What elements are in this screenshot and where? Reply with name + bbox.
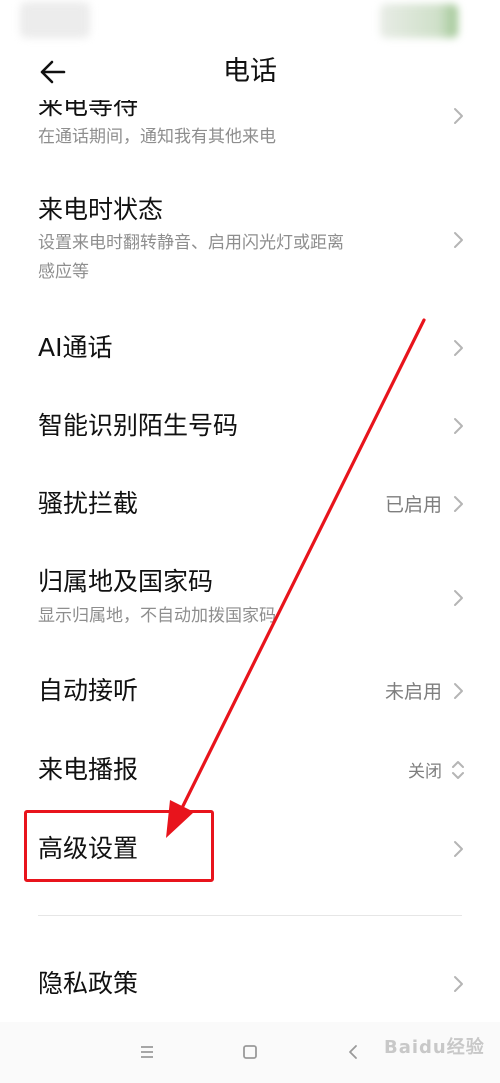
list-item-value: 关闭 bbox=[408, 762, 442, 782]
list-item-title: 归属地及国家码 bbox=[38, 567, 214, 596]
list-item-title: 隐私政策 bbox=[38, 969, 139, 998]
list-item-title: 来电时状态 bbox=[38, 195, 164, 224]
status-bar bbox=[0, 0, 500, 44]
chevron-right-icon bbox=[454, 976, 463, 992]
menu-icon[interactable] bbox=[135, 1040, 159, 1064]
status-bar-left-blur bbox=[20, 2, 90, 38]
list-item-location-country-code[interactable]: 归属地及国家码 显示归属地，不自动加拨国家码 bbox=[0, 550, 500, 646]
list-item-advanced-settings[interactable]: 高级设置 bbox=[0, 812, 500, 888]
list-item-subtitle: 显示归属地，不自动加拨国家码 bbox=[38, 606, 276, 626]
status-bar-right-blur bbox=[380, 4, 458, 38]
watermark: Baidu经验 bbox=[384, 1037, 485, 1058]
top-bar: 电话 bbox=[0, 44, 500, 100]
list-item-harassment-block[interactable]: 骚扰拦截 已启用 bbox=[0, 466, 500, 542]
chevron-right-icon bbox=[454, 108, 463, 124]
list-item-caller-announce[interactable]: 来电播报 关闭 bbox=[0, 732, 500, 808]
chevron-right-icon bbox=[454, 841, 463, 857]
list-item-call-waiting[interactable]: 来电等待 在通话期间，通知我有其他来电 bbox=[0, 100, 500, 168]
chevron-right-icon bbox=[454, 590, 463, 606]
list-item-incoming-call-state[interactable]: 来电时状态 设置来电时翻转静音、启用闪光灯或距离 感应等 bbox=[0, 180, 500, 300]
list-item-title: 高级设置 bbox=[38, 834, 139, 863]
list-item-subtitle: 设置来电时翻转静音、启用闪光灯或距离 bbox=[38, 233, 344, 253]
chevron-updown-icon bbox=[452, 761, 464, 779]
list-item-subtitle: 在通话期间，通知我有其他来电 bbox=[38, 127, 276, 147]
list-item-title: AI通话 bbox=[38, 333, 113, 362]
page-title: 电话 bbox=[223, 56, 277, 87]
list-item-title: 智能识别陌生号码 bbox=[38, 411, 239, 440]
section-divider bbox=[38, 915, 462, 916]
list-item-auto-answer[interactable]: 自动接听 未启用 bbox=[0, 652, 500, 728]
list-item-ai-call[interactable]: AI通话 bbox=[0, 310, 500, 386]
list-item-title: 骚扰拦截 bbox=[38, 489, 139, 518]
list-item-title: 自动接听 bbox=[38, 676, 139, 705]
chevron-right-icon bbox=[454, 340, 463, 356]
home-icon[interactable] bbox=[238, 1040, 262, 1064]
back-nav-icon[interactable] bbox=[342, 1040, 366, 1064]
list-item-smart-identify[interactable]: 智能识别陌生号码 bbox=[0, 388, 500, 464]
list-item-title-cut: 来电等待 bbox=[38, 100, 139, 120]
chevron-right-icon bbox=[454, 418, 463, 434]
chevron-right-icon bbox=[454, 683, 463, 699]
chevron-right-icon bbox=[454, 232, 463, 248]
list-item-subtitle: 感应等 bbox=[38, 262, 89, 282]
list-item-value: 已启用 bbox=[384, 494, 442, 516]
list-item-value: 未启用 bbox=[384, 681, 442, 703]
list-item-privacy-policy[interactable]: 隐私政策 bbox=[0, 946, 500, 1022]
chevron-right-icon bbox=[454, 496, 463, 512]
list-item-title: 来电播报 bbox=[38, 755, 139, 784]
